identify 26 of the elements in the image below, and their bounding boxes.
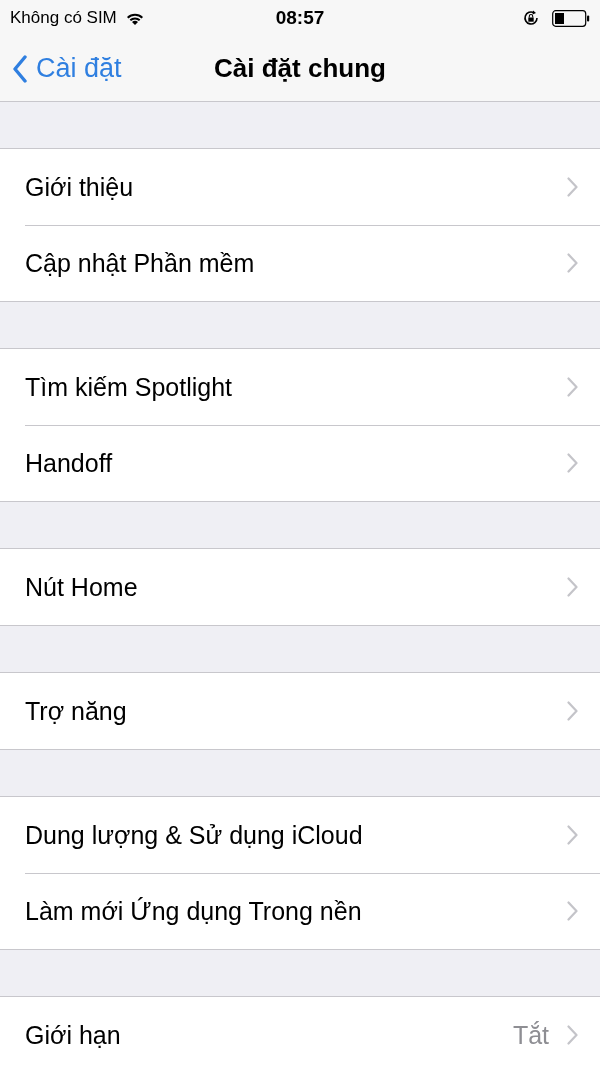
settings-row[interactable]: Tìm kiếm Spotlight bbox=[0, 349, 600, 425]
back-button[interactable]: Cài đặt bbox=[0, 53, 122, 84]
settings-row[interactable]: Dung lượng & Sử dụng iCloud bbox=[0, 797, 600, 873]
chevron-left-icon bbox=[12, 54, 28, 83]
settings-row[interactable]: Giới thiệu bbox=[0, 149, 600, 225]
chevron-right-icon bbox=[567, 377, 578, 397]
battery-icon bbox=[552, 9, 590, 27]
chevron-right-icon bbox=[567, 253, 578, 273]
chevron-right-icon bbox=[567, 901, 578, 921]
settings-row[interactable]: Giới hạn Tắt bbox=[0, 997, 600, 1067]
chevron-right-icon bbox=[567, 825, 578, 845]
settings-row[interactable]: Handoff bbox=[0, 425, 600, 501]
settings-row[interactable]: Làm mới Ứng dụng Trong nền bbox=[0, 873, 600, 949]
chevron-right-icon bbox=[567, 1025, 578, 1045]
row-value: Tắt bbox=[512, 1020, 549, 1050]
settings-row[interactable]: Cập nhật Phần mềm bbox=[0, 225, 600, 301]
rotation-lock-icon bbox=[522, 9, 540, 27]
carrier-label: Không có SIM bbox=[10, 8, 117, 28]
chevron-right-icon bbox=[567, 177, 578, 197]
settings-row[interactable]: Trợ năng bbox=[0, 673, 600, 749]
chevron-right-icon bbox=[567, 453, 578, 473]
chevron-right-icon bbox=[567, 577, 578, 597]
screen-title: Cài đặt chung bbox=[213, 53, 387, 84]
chevron-right-icon bbox=[567, 701, 578, 721]
settings-row[interactable]: Nút Home bbox=[0, 549, 600, 625]
clock-time: 08:57 bbox=[274, 7, 326, 29]
